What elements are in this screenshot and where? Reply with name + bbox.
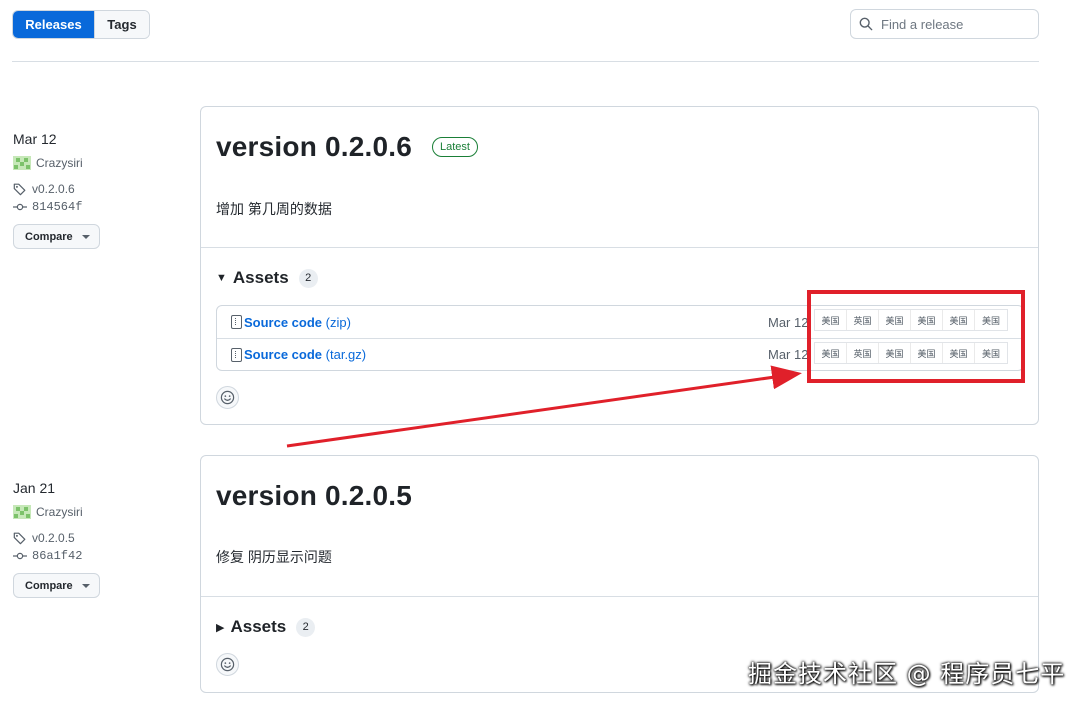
watermark: 掘金技术社区 @ 程序员七平: [748, 660, 1066, 688]
annotation-arrow-icon: [286, 365, 802, 448]
